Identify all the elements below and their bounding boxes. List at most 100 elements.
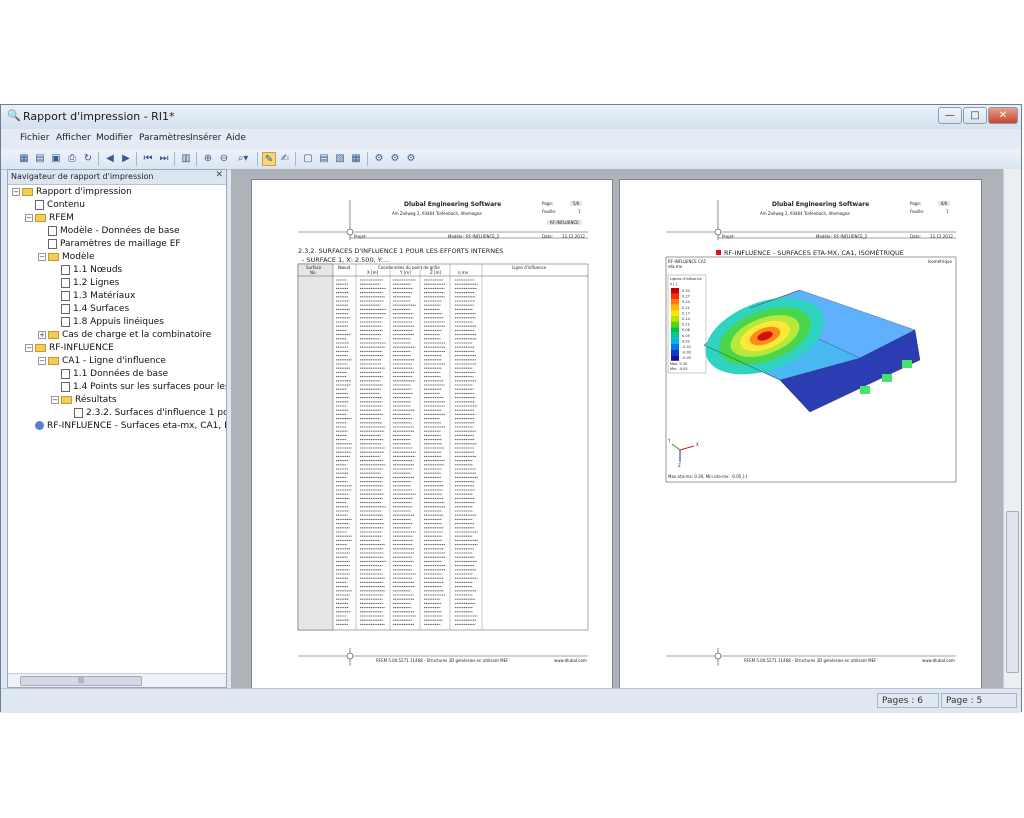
options-icon[interactable]: ⚙ <box>404 152 418 166</box>
scroll-thumb[interactable]: ||| <box>20 676 142 686</box>
legend-max: Max: 0.30 <box>670 362 687 366</box>
menu-modifier[interactable]: Modifier <box>96 133 132 143</box>
page-number: 6/6 <box>938 201 950 206</box>
collapse-toggle[interactable]: − <box>38 253 46 261</box>
folder-icon <box>48 357 59 365</box>
last-page-icon[interactable]: ⏭ <box>157 152 171 166</box>
scroll-thumb[interactable] <box>1006 511 1019 673</box>
page-icon <box>35 200 44 210</box>
tree-item-maillage[interactable]: Paramètres de maillage EF <box>48 238 181 250</box>
page-icon <box>48 239 57 249</box>
tree-item-ca1[interactable]: CA1 - Ligne d'influence <box>48 355 166 367</box>
menu-inserer[interactable]: Insérer <box>190 133 221 143</box>
previous-page-icon[interactable]: ◀ <box>103 152 117 166</box>
page-label: Page: <box>910 201 921 206</box>
tree-item-points[interactable]: 1.4 Points sur les surfaces pour les eff… <box>61 381 226 393</box>
tree-item-label: RFEM <box>49 213 74 223</box>
edit-tool-icon[interactable]: ✍ <box>278 152 292 166</box>
expand-toggle[interactable]: + <box>38 331 46 339</box>
folder-icon <box>22 188 33 196</box>
page-icon <box>74 408 83 418</box>
open-icon[interactable]: ▤ <box>33 152 47 166</box>
close-button[interactable]: ✕ <box>988 107 1018 124</box>
tree-item-isometrique[interactable]: RF-INFLUENCE - Surfaces eta-mx, CA1, Iso… <box>35 420 226 432</box>
footer-text: RFEM 5.00.5271.11468 - Structures 3D gén… <box>744 658 876 663</box>
collapse-toggle[interactable]: − <box>25 214 33 222</box>
legend-title: Lignes d'influence <box>670 277 702 281</box>
insert-image-icon[interactable]: ▧ <box>333 152 347 166</box>
zoom-out-icon[interactable]: ⊖ <box>217 152 231 166</box>
zoom-in-icon[interactable]: ⊕ <box>201 152 215 166</box>
next-page-icon[interactable]: ▶ <box>119 152 133 166</box>
menu-afficher[interactable]: Afficher <box>56 133 91 143</box>
toolbar-separator <box>257 152 258 166</box>
preview-vertical-scrollbar[interactable] <box>1003 169 1021 688</box>
folder-icon <box>48 253 59 261</box>
tree-item-label: 1.4 Points sur les surfaces pour les eff… <box>73 382 226 392</box>
page-label: Page: <box>542 201 553 206</box>
export-icon[interactable]: ⚙ <box>372 152 386 166</box>
page-setup-icon[interactable]: ▥ <box>179 152 193 166</box>
tree-item-noeuds[interactable]: 1.1 Nœuds <box>61 264 122 276</box>
collapse-toggle[interactable]: − <box>12 188 20 196</box>
tree-item-materiaux[interactable]: 1.3 Matériaux <box>61 290 135 302</box>
legend-value: 0.08 <box>682 328 690 332</box>
minimize-button[interactable]: — <box>938 107 962 124</box>
menu-fichier[interactable]: Fichier <box>20 133 49 143</box>
date-label: Date: <box>910 234 921 239</box>
modele-value: RF-INFLUENCE_2 <box>466 234 499 239</box>
tree-item-label: Contenu <box>47 200 85 210</box>
new-report-icon[interactable]: ▦ <box>17 152 31 166</box>
tree-item-lignes[interactable]: 1.2 Lignes <box>61 277 119 289</box>
collapse-toggle[interactable]: − <box>51 396 59 404</box>
print-icon[interactable]: ⎙ <box>65 152 79 166</box>
collapse-toggle[interactable]: − <box>38 357 46 365</box>
toolbar-separator <box>295 152 296 166</box>
legend-value: 0.30 <box>682 289 690 293</box>
tree-item-surfaces[interactable]: 1.4 Surfaces <box>61 303 129 315</box>
footer-url: www.dlubal.com <box>922 658 955 663</box>
col-no: No. <box>310 270 317 275</box>
tree-item-contenu[interactable]: Contenu <box>35 199 85 211</box>
report-navigator-panel: Navigateur de rapport d'impression ✕ − R… <box>7 169 227 688</box>
insert-text-icon[interactable]: ▤ <box>317 152 331 166</box>
tree-item-label: 1.3 Matériaux <box>73 291 135 301</box>
axis-x-label: X <box>696 442 699 447</box>
refresh-icon[interactable]: ↻ <box>81 152 95 166</box>
first-page-icon[interactable]: ⏮ <box>141 152 155 166</box>
tree-item-rfem[interactable]: RFEM <box>35 212 74 224</box>
footer-url: www.dlubal.com <box>554 658 587 663</box>
folder-icon <box>48 331 59 339</box>
legend-swatch <box>671 355 679 361</box>
legend-value: 0.17 <box>682 311 690 315</box>
menu-aide[interactable]: Aide <box>226 133 246 143</box>
tree-item-resultats[interactable]: Résultats <box>61 394 117 406</box>
navigator-horizontal-scrollbar[interactable]: ||| <box>8 673 226 687</box>
tree-item-rf-influence[interactable]: RF-INFLUENCE <box>35 342 114 354</box>
section-subtitle: - SURFACE 1, X: 2.500, Y:... <box>302 256 389 264</box>
legend-swatch <box>671 310 679 316</box>
sheet-number: 1 <box>946 209 949 214</box>
window-title: Rapport d'impression - RI1* <box>23 110 175 123</box>
save-icon[interactable]: ▣ <box>49 152 63 166</box>
zoom-dropdown-icon[interactable]: ⌕▾ <box>233 152 253 166</box>
tree-item-rapport[interactable]: Rapport d'impression <box>22 186 132 198</box>
maximize-button[interactable]: □ <box>963 107 987 124</box>
section-title: 2.3.2. SURFACES D'INFLUENCE 1 POUR LES E… <box>298 247 503 255</box>
insert-graphic-icon[interactable]: ▢ <box>301 152 315 166</box>
tree-item-modele-donnees[interactable]: Modèle - Données de base <box>48 225 180 237</box>
menu-parametres[interactable]: Paramètres <box>139 133 190 143</box>
insert-table-icon[interactable]: ▦ <box>349 152 363 166</box>
tree-item-surfaces-influence[interactable]: 2.3.2. Surfaces d'influence 1 pour l <box>74 407 226 419</box>
navigator-close-icon[interactable]: ✕ <box>215 170 223 180</box>
collapse-toggle[interactable]: − <box>25 344 33 352</box>
tree-item-ca1-donnees[interactable]: 1.1 Données de base <box>61 368 168 380</box>
tree-item-cas-de-charge[interactable]: Cas de charge et la combinatoire <box>48 329 211 341</box>
tree-item-modele[interactable]: Modèle <box>48 251 95 263</box>
company-name: Dlubal Engineering Software <box>404 201 501 208</box>
graphic-footer-note: Max eta-mx: 0.30, Min eta-mx: -0.05 [-] <box>668 474 747 479</box>
settings-icon[interactable]: ⚙ <box>388 152 402 166</box>
select-tool-icon[interactable]: ✎ <box>262 152 276 166</box>
tree-item-appuis[interactable]: 1.8 Appuis linéiques <box>61 316 164 328</box>
tree-item-label: Paramètres de maillage EF <box>60 239 181 249</box>
